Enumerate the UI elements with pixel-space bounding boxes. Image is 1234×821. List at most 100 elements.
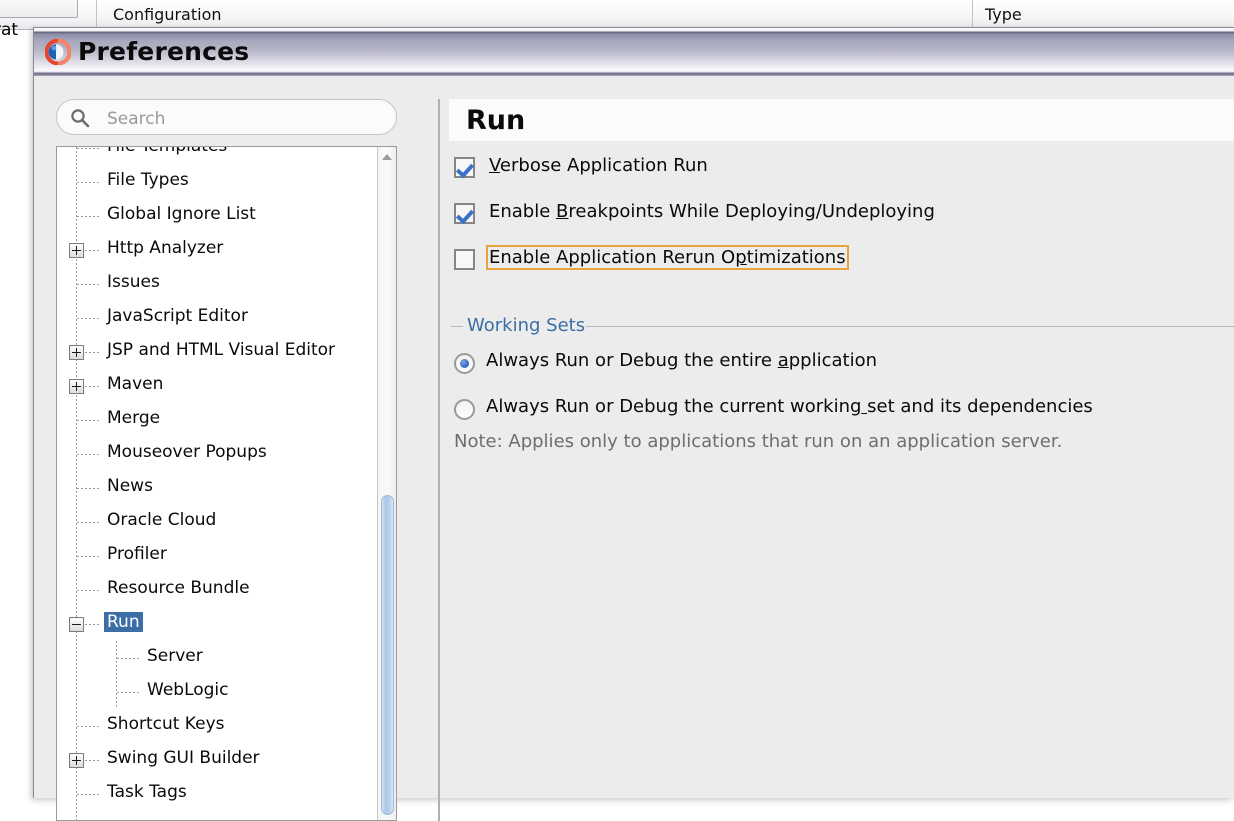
background-truncated-label: rat	[0, 20, 19, 40]
column-divider[interactable]	[972, 0, 973, 30]
search-icon	[71, 109, 90, 128]
tree-connector-line	[77, 420, 100, 421]
tree-item-label: Issues	[107, 272, 160, 292]
tree-item-oracle-cloud[interactable]: Oracle Cloud	[57, 505, 377, 539]
tree-item-issues[interactable]: Issues	[57, 267, 377, 301]
tree-item-file-types[interactable]: File Types	[57, 165, 377, 199]
preferences-right-pane: Run Verbose Application Run Enable Breakp…	[425, 99, 1234, 821]
search-box[interactable]	[56, 99, 397, 135]
radio-label[interactable]: Always Run or Debug the current working …	[486, 396, 1093, 417]
preferences-left-pane: File Templates File Types Global Ignore Li…	[46, 99, 407, 821]
tree-item-label: Task Tags	[107, 782, 187, 802]
tree-item-label: File Types	[107, 170, 189, 190]
tree-item-label: WebLogic	[147, 680, 229, 700]
tree-connector-line	[77, 488, 100, 489]
tree-item-http-analyzer[interactable]: Http Analyzer	[57, 233, 377, 267]
column-divider[interactable]	[96, 0, 97, 30]
tree-connector-line	[77, 454, 100, 455]
radio-label[interactable]: Always Run or Debug the entire applicati…	[486, 350, 877, 371]
column-header-configuration[interactable]: Configuration	[113, 5, 222, 24]
background-table-header: Configuration Type	[0, 0, 1234, 30]
checkbox-label[interactable]: Enable Breakpoints While Deploying/Undep…	[486, 199, 938, 224]
tree-item-label: Global Ignore List	[107, 204, 256, 224]
tree-item-swing-gui-builder[interactable]: Swing GUI Builder	[57, 743, 377, 777]
tree-item-label: Resource Bundle	[107, 578, 250, 598]
tree-item-shortcut-keys[interactable]: Shortcut Keys	[57, 709, 377, 743]
tree-item-run[interactable]: Run	[57, 607, 377, 641]
checkbox-unchecked-icon[interactable]	[454, 249, 475, 270]
radio-selected-icon[interactable]	[454, 353, 475, 374]
tree-item-weblogic[interactable]: WebLogic	[57, 675, 377, 709]
tree-item-file-templates[interactable]: File Templates	[57, 147, 377, 165]
column-header-type[interactable]: Type	[985, 5, 1022, 24]
tree-item-label: Shortcut Keys	[107, 714, 225, 734]
preferences-tree[interactable]: File Templates File Types Global Ignore Li…	[56, 146, 397, 821]
tree-item-label: Server	[147, 646, 203, 666]
jdeveloper-logo-icon	[45, 39, 71, 65]
tree-item-label: Mouseover Popups	[107, 442, 267, 462]
tree-item-merge[interactable]: Merge	[57, 403, 377, 437]
tree-expand-icon[interactable]	[69, 243, 84, 258]
tree-connector-line	[77, 522, 100, 523]
tree-expand-icon[interactable]	[69, 753, 84, 768]
tree-connector-line	[117, 692, 140, 693]
scroll-up-arrow-icon[interactable]	[378, 147, 396, 165]
tree-collapse-icon[interactable]	[69, 617, 84, 632]
group-separator-right	[586, 326, 1234, 327]
page-title: Run	[466, 105, 526, 136]
tree-item-mouseover-popups[interactable]: Mouseover Popups	[57, 437, 377, 471]
scrollbar-thumb[interactable]	[381, 495, 394, 815]
tree-connector-line	[77, 284, 100, 285]
tree-item-label: Oracle Cloud	[107, 510, 217, 530]
tree-item-label: Http Analyzer	[107, 238, 224, 258]
content-area: Verbose Application Run Enable Breakpoint…	[449, 141, 1234, 798]
tree-connector-line	[77, 318, 100, 319]
pane-divider[interactable]	[438, 99, 440, 821]
content-header: Run	[449, 99, 1234, 141]
tree-item-resource-bundle[interactable]: Resource Bundle	[57, 573, 377, 607]
tree-item-label: Maven	[107, 374, 164, 394]
tree-item-label: Swing GUI Builder	[107, 748, 260, 768]
tree-item-task-tags[interactable]: Task Tags	[57, 777, 377, 811]
tree-item-maven[interactable]: Maven	[57, 369, 377, 403]
background-toolbar-button[interactable]	[0, 0, 78, 18]
tree-item-label: File Templates	[104, 147, 230, 156]
tree-connector-line	[77, 148, 100, 149]
tree-item-news[interactable]: News	[57, 471, 377, 505]
tree-connector-line	[77, 216, 100, 217]
tree-item-profiler[interactable]: Profiler	[57, 539, 377, 573]
group-title: Working Sets	[467, 315, 586, 336]
dialog-body: File Templates File Types Global Ignore Li…	[34, 77, 1234, 821]
tree-connector-line	[77, 726, 100, 727]
checkbox-label[interactable]: Enable Application Rerun Optimizations	[486, 245, 849, 270]
tree-expand-icon[interactable]	[69, 345, 84, 360]
preferences-dialog: Preferences File Templates File Types Glob…	[33, 27, 1234, 821]
dialog-titlebar[interactable]: Preferences	[34, 28, 1234, 76]
tree-item-server[interactable]: Server	[57, 641, 377, 675]
tree-item-label: JSP and HTML Visual Editor	[107, 340, 336, 360]
dialog-title: Preferences	[78, 37, 250, 66]
tree-connector-line	[77, 556, 100, 557]
tree-item-javascript-editor[interactable]: JavaScript Editor	[57, 301, 377, 335]
note-label: Note: Applies only to applications that …	[454, 431, 1063, 452]
tree-item-global-ignore-list[interactable]: Global Ignore List	[57, 199, 377, 233]
search-input[interactable]	[105, 107, 389, 131]
working-sets-group: Working Sets	[449, 315, 1234, 337]
tree-scrollbar[interactable]	[377, 147, 396, 820]
checkbox-label[interactable]: Verbose Application Run	[486, 153, 711, 178]
tree-item-label: Run	[104, 612, 143, 632]
tree-connector-line	[77, 794, 100, 795]
tree-connector-line	[117, 658, 140, 659]
tree-item-label: Profiler	[107, 544, 167, 564]
checkbox-checked-icon[interactable]	[454, 157, 475, 178]
tree-connector-line	[77, 590, 100, 591]
group-separator-left	[451, 326, 463, 327]
tree-item-jsp-and-html-visual-editor[interactable]: JSP and HTML Visual Editor	[57, 335, 377, 369]
tree-scroll-area: File Templates File Types Global Ignore Li…	[57, 147, 377, 820]
checkbox-checked-icon[interactable]	[454, 203, 475, 224]
tree-connector-line	[77, 182, 100, 183]
tree-item-label: JavaScript Editor	[107, 306, 248, 326]
tree-expand-icon[interactable]	[69, 379, 84, 394]
radio-unselected-icon[interactable]	[454, 399, 475, 420]
tree-item-label: News	[107, 476, 153, 496]
